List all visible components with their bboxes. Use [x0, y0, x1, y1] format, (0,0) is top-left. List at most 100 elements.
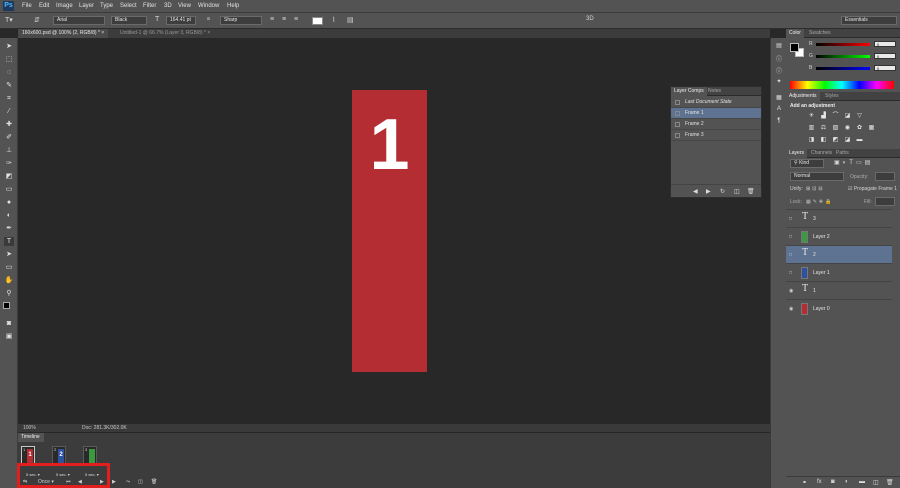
text-color-swatch[interactable]: [312, 17, 323, 25]
menu-layer[interactable]: Layer: [79, 3, 94, 9]
brightness-icon[interactable]: ☀: [808, 113, 815, 120]
document-artboard[interactable]: 1: [352, 90, 427, 372]
screen-mode-icon[interactable]: ▣: [4, 332, 14, 341]
tab-notes[interactable]: Notes: [705, 87, 724, 96]
tab-160x600[interactable]: 160x600.psd @ 100% (2, RGB/8) * ×: [18, 29, 109, 38]
color-balance-icon[interactable]: ⚖: [820, 125, 827, 132]
dodge-tool-icon[interactable]: ◐: [4, 211, 14, 220]
channel-mixer-icon[interactable]: ✿: [856, 125, 863, 132]
layer-comps-icon[interactable]: ▦: [775, 94, 783, 102]
tab-layers[interactable]: Layers: [786, 149, 808, 158]
layer-comp-row[interactable]: Last Document State: [671, 97, 761, 108]
layer-row[interactable]: ◉ Layer 0: [786, 299, 892, 317]
duplicate-frame-icon[interactable]: ◫: [138, 479, 143, 485]
red-slider[interactable]: [816, 43, 870, 46]
hand-tool-icon[interactable]: ✋: [4, 276, 14, 285]
quick-select-tool-icon[interactable]: ✎: [4, 81, 14, 90]
properties-icon[interactable]: ⓘ: [775, 54, 783, 63]
photo-filter-icon[interactable]: ◉: [844, 125, 851, 132]
new-group-icon[interactable]: ▬: [859, 479, 865, 485]
comp-checkbox[interactable]: [675, 111, 680, 116]
quick-mask-icon[interactable]: ◙: [4, 319, 14, 328]
font-family-select[interactable]: Arial: [53, 16, 105, 25]
type-tool-icon[interactable]: T: [4, 237, 14, 246]
menu-view[interactable]: View: [178, 3, 191, 9]
menu-3d[interactable]: 3D: [164, 3, 172, 9]
clone-stamp-tool-icon[interactable]: ⊥: [4, 146, 14, 155]
unify-icons[interactable]: ⊞⊡⊟: [806, 186, 825, 192]
move-tool-icon[interactable]: ➤: [4, 42, 14, 51]
foreground-color-swatch[interactable]: [790, 43, 799, 52]
update-comp-icon[interactable]: ↻: [720, 188, 725, 195]
red-value[interactable]: 0: [874, 41, 896, 47]
character-panel-icon[interactable]: ▤: [347, 16, 354, 24]
visibility-toggle[interactable]: □: [789, 252, 795, 258]
align-center-icon[interactable]: ≡: [282, 16, 286, 23]
menu-filter[interactable]: Filter: [143, 3, 156, 9]
type-tool-preset-icon[interactable]: T▾: [5, 16, 13, 24]
layer-row[interactable]: ◉ T 1: [786, 281, 892, 299]
visibility-toggle[interactable]: □: [789, 234, 795, 240]
zoom-level[interactable]: 100%: [23, 425, 36, 431]
curves-icon[interactable]: ⌒: [832, 113, 839, 120]
comp-checkbox[interactable]: [675, 133, 680, 138]
delete-layer-icon[interactable]: 🗑: [886, 479, 894, 486]
menu-type[interactable]: Type: [100, 3, 113, 9]
tab-untitled-1[interactable]: Untitled-1 @ 66.7% (Layer 3, RGB/8) * ×: [116, 29, 214, 38]
layer-mask-icon[interactable]: ◙: [831, 479, 835, 485]
black-white-icon[interactable]: ▨: [832, 125, 839, 132]
eye-icon[interactable]: ◉: [789, 306, 795, 312]
layer-row[interactable]: □ Layer 2: [786, 227, 892, 245]
crop-tool-icon[interactable]: ⌗: [4, 94, 14, 103]
color-lookup-icon[interactable]: ▦: [868, 125, 875, 132]
pen-tool-icon[interactable]: ✒: [4, 224, 14, 233]
eye-icon[interactable]: ◉: [789, 288, 795, 294]
link-layers-icon[interactable]: ⚭: [802, 479, 807, 486]
anti-alias-select[interactable]: Sharp: [220, 16, 262, 25]
next-frame-icon[interactable]: ▶: [112, 479, 116, 485]
menu-select[interactable]: Select: [120, 3, 137, 9]
font-style-select[interactable]: Black: [111, 16, 147, 25]
tab-swatches[interactable]: Swatches: [806, 29, 834, 38]
tab-channels[interactable]: Channels: [808, 149, 835, 158]
fill-input[interactable]: [875, 197, 895, 206]
close-icon[interactable]: ×: [101, 30, 104, 36]
posterize-icon[interactable]: ◧: [820, 137, 827, 144]
3d-mode-label[interactable]: 3D: [586, 16, 594, 22]
new-comp-icon[interactable]: ◫: [734, 188, 740, 195]
tab-color[interactable]: Color: [786, 29, 804, 38]
path-select-tool-icon[interactable]: ➤: [4, 250, 14, 259]
green-slider[interactable]: [816, 55, 870, 58]
menu-help[interactable]: Help: [227, 3, 239, 9]
layer-filter-icons[interactable]: ▣◐T▭▤: [834, 159, 873, 166]
tab-timeline[interactable]: Timeline: [18, 433, 44, 442]
info-icon[interactable]: ⓘ: [775, 66, 783, 75]
exposure-icon[interactable]: ◪: [844, 113, 851, 120]
character-icon[interactable]: A: [775, 106, 783, 114]
blur-tool-icon[interactable]: ●: [4, 198, 14, 207]
delete-comp-icon[interactable]: 🗑: [747, 188, 755, 195]
foreground-color-swatch[interactable]: [3, 302, 10, 309]
zoom-tool-icon[interactable]: ⚲: [4, 289, 14, 298]
layer-filter-select[interactable]: ⚲ Kind: [790, 159, 824, 168]
text-orientation-icon[interactable]: ⇵: [34, 16, 40, 24]
marquee-tool-icon[interactable]: ⬚: [4, 55, 14, 64]
menu-edit[interactable]: Edit: [39, 3, 49, 9]
visibility-toggle[interactable]: □: [789, 216, 795, 222]
align-left-icon[interactable]: ≡: [270, 16, 274, 23]
history-icon[interactable]: ▤: [775, 42, 783, 50]
layer-row[interactable]: □ T 2: [786, 245, 892, 263]
visibility-toggle[interactable]: □: [789, 270, 795, 276]
font-size-input[interactable]: 164.41 pt: [166, 16, 196, 25]
history-brush-tool-icon[interactable]: ✑: [4, 159, 14, 168]
menu-file[interactable]: File: [22, 3, 32, 9]
gradient-map-icon[interactable]: ▬: [856, 137, 863, 144]
brush-tool-icon[interactable]: ✐: [4, 133, 14, 142]
brush-presets-icon[interactable]: ✦: [775, 78, 783, 86]
tab-paths[interactable]: Paths: [833, 149, 852, 158]
eraser-tool-icon[interactable]: ◩: [4, 172, 14, 181]
comp-checkbox[interactable]: [675, 122, 680, 127]
lock-icons[interactable]: ▦✎✥🔒: [806, 199, 833, 205]
layer-style-icon[interactable]: fx: [817, 479, 822, 485]
align-right-icon[interactable]: ≡: [294, 16, 298, 23]
